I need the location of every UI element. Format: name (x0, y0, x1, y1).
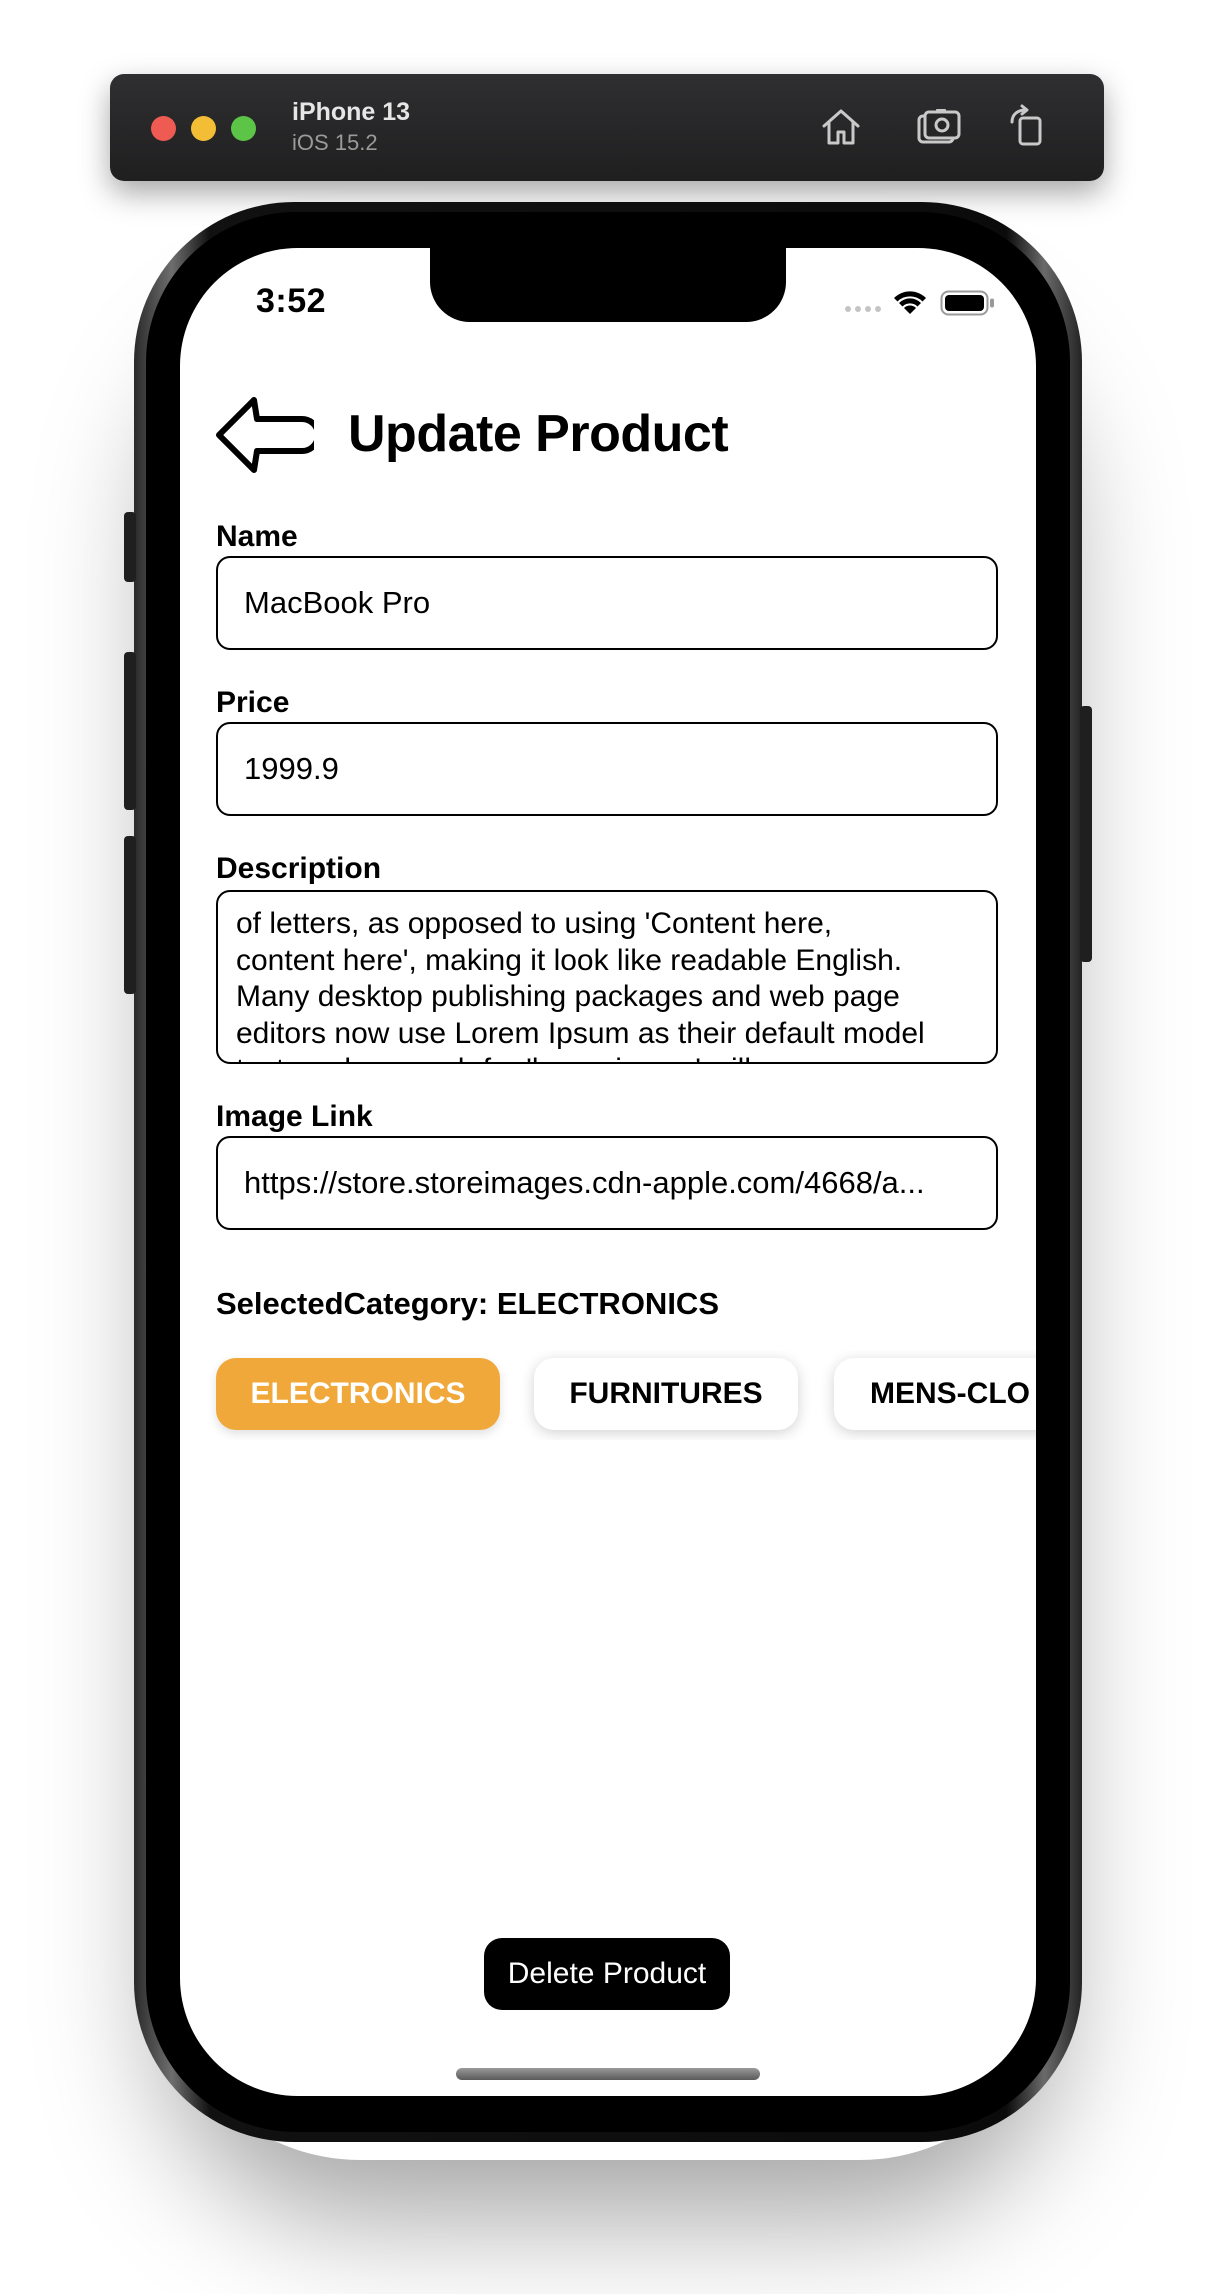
description-label: Description (216, 852, 382, 885)
zoom-window-button[interactable] (231, 116, 256, 141)
simulator-os-version: iOS 15.2 (292, 130, 378, 155)
price-label: Price (216, 686, 290, 719)
home-indicator (456, 2068, 760, 2080)
price-field[interactable]: 1999.9 (216, 722, 998, 816)
delete-product-button[interactable]: Delete Product (484, 1938, 730, 2010)
screenshot-icon[interactable] (916, 104, 962, 150)
description-line: editors now use Lorem Ipsum as their def… (236, 1016, 925, 1050)
category-chip-electronics[interactable]: ELECTRONICS (216, 1358, 500, 1430)
page-title: Update Product (348, 405, 729, 463)
image-link-field[interactable]: https://store.storeimages.cdn-apple.com/… (216, 1136, 998, 1230)
image-link-label: Image Link (216, 1100, 373, 1133)
home-icon[interactable] (818, 104, 864, 150)
cellular-signal-icon (844, 305, 882, 313)
description-textarea[interactable]: of letters, as opposed to using 'Content… (216, 890, 998, 1064)
rotate-icon[interactable] (1006, 104, 1052, 150)
minimize-window-button[interactable] (191, 116, 216, 141)
status-time: 3:52 (256, 282, 327, 320)
volume-up-button (124, 652, 136, 810)
name-value: MacBook Pro (244, 585, 431, 620)
image-link-value: https://store.storeimages.cdn-apple.com/… (244, 1165, 925, 1200)
description-line: Many desktop publishing packages and web… (236, 980, 900, 1013)
price-value: 1999.9 (244, 751, 339, 786)
category-chip-row[interactable]: ELECTRONICS FURNITURES MENS-CLO (180, 1350, 1036, 1440)
description-line: text, and a search for 'lorem ipsum' wil… (236, 1052, 978, 1062)
simulator-device-name: iPhone 13 (292, 98, 411, 126)
description-line: of letters, as opposed to using 'Content… (236, 907, 833, 940)
close-window-button[interactable] (151, 116, 176, 141)
mute-switch (124, 512, 136, 582)
back-arrow-icon[interactable] (214, 396, 314, 474)
notch (430, 248, 786, 322)
category-chip-mens-clothing[interactable]: MENS-CLO (834, 1358, 1036, 1430)
volume-down-button (124, 836, 136, 994)
category-chip-furnitures[interactable]: FURNITURES (534, 1358, 798, 1430)
name-field[interactable]: MacBook Pro (216, 556, 998, 650)
wifi-icon (892, 288, 928, 316)
selected-category-text: SelectedCategory: ELECTRONICS (216, 1286, 719, 1321)
description-line: content here', making it look like reada… (236, 943, 903, 977)
battery-icon (940, 290, 996, 316)
name-label: Name (216, 520, 298, 553)
side-button (1080, 706, 1092, 962)
